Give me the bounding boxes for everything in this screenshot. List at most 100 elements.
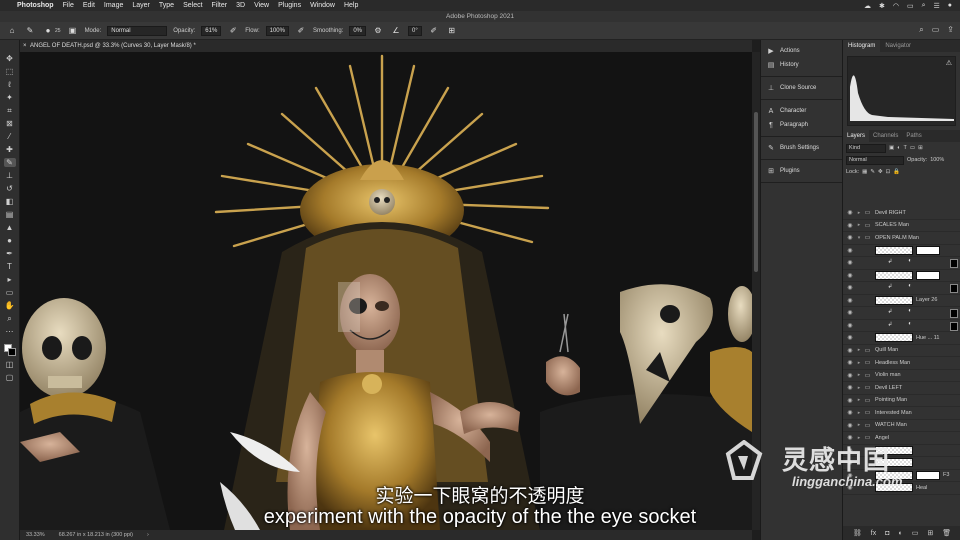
control-center-icon[interactable]: ☰ (933, 2, 939, 10)
layer-opacity-value[interactable]: 100% (930, 157, 944, 163)
layer-row[interactable]: ◉ ▸ ▭ Pointing Man (843, 395, 960, 407)
lasso-tool-icon[interactable]: ℓ (4, 80, 16, 89)
layer-row[interactable]: ◉ ▸ ▭ Headless Man (843, 357, 960, 370)
menu-file[interactable]: File (63, 2, 74, 9)
history-brush-tool-icon[interactable]: ↺ (4, 184, 16, 193)
group-expand-icon[interactable]: ▸ (855, 372, 863, 378)
frame-tool-icon[interactable]: ⊠ (4, 119, 16, 128)
layer-row[interactable]: ◉ ↲ ◐ (843, 282, 960, 295)
group-expand-icon[interactable]: ▸ (855, 422, 863, 428)
color-swatches[interactable] (3, 344, 16, 356)
layer-filter-kind[interactable]: Kind (846, 143, 886, 153)
shape-tool-icon[interactable]: ▭ (4, 288, 16, 297)
add-mask-icon[interactable]: ◘ (885, 530, 889, 537)
visibility-eye-icon[interactable]: ◉ (845, 222, 855, 229)
airbrush-icon[interactable]: ✐ (295, 25, 307, 37)
angle-field[interactable]: 0° (408, 25, 422, 36)
delete-layer-icon[interactable]: 🗑 (942, 529, 951, 537)
layer-mask-thumbnail[interactable] (950, 259, 958, 268)
brush-settings-panel-button[interactable]: ✎ Brush Settings (767, 141, 842, 155)
layer-mask-thumbnail[interactable] (950, 321, 958, 331)
battery-icon[interactable]: ▭ (907, 2, 914, 10)
flow-field[interactable]: 100% (265, 25, 289, 36)
group-expand-icon[interactable]: ▸ (855, 410, 863, 416)
layer-thumbnail[interactable] (875, 270, 913, 280)
warning-icon[interactable]: ⚠ (946, 59, 952, 67)
search-icon[interactable]: ⌕ (922, 2, 926, 10)
symmetry-icon[interactable]: ⊞ (446, 25, 458, 37)
background-color[interactable] (7, 348, 16, 356)
share-icon[interactable]: ⇪ (947, 25, 954, 35)
visibility-eye-icon[interactable]: ◉ (845, 334, 855, 341)
visibility-eye-icon[interactable]: ◉ (845, 209, 855, 216)
visibility-eye-icon[interactable]: ◉ (845, 247, 855, 254)
visibility-eye-icon[interactable]: ◉ (845, 359, 855, 366)
layer-row[interactable]: ◉ ▸ ▭ Interested Man (843, 407, 960, 420)
tab-histogram[interactable]: Histogram (843, 40, 881, 52)
layer-thumbnail[interactable] (875, 245, 913, 255)
home-icon[interactable]: ⌂ (6, 25, 18, 37)
group-expand-icon[interactable]: ▸ (855, 210, 863, 216)
pressure-size-icon[interactable]: ✐ (428, 25, 440, 37)
layer-thumbnail[interactable] (875, 295, 913, 305)
menu-help[interactable]: Help (344, 2, 358, 9)
visibility-eye-icon[interactable]: ◉ (845, 259, 855, 266)
layer-row[interactable]: ◉ ▸ ▭ Violin man (843, 370, 960, 382)
menu-image[interactable]: Image (104, 2, 123, 9)
layer-row[interactable]: ◉ Layer 26 (843, 295, 960, 307)
document-tab[interactable]: × ANGEL OF DEATH.psd @ 33.3% (Curves 30,… (20, 40, 752, 52)
visibility-eye-icon[interactable]: ◉ (845, 384, 855, 391)
move-tool-icon[interactable]: ✥ (4, 54, 16, 63)
group-expand-icon[interactable]: ▸ (855, 347, 863, 353)
paragraph-panel-button[interactable]: ¶ Paragraph (767, 118, 842, 132)
menu-select[interactable]: Select (183, 2, 202, 9)
tab-channels[interactable]: Channels (869, 130, 902, 142)
menu-layer[interactable]: Layer (132, 2, 150, 9)
visibility-eye-icon[interactable]: ◉ (845, 422, 855, 429)
link-layers-icon[interactable]: ⛓ (853, 529, 862, 537)
layer-row[interactable]: ◉ ↲ ◐ (843, 320, 960, 332)
filter-shape-icon[interactable]: ▭ (910, 145, 915, 151)
angle-icon[interactable]: ∠ (390, 25, 402, 37)
layer-row[interactable]: ◉ ↲ ◐ (843, 257, 960, 270)
brush-settings-icon[interactable]: ▣ (67, 25, 79, 37)
menu-app-name[interactable]: Photoshop (17, 2, 54, 9)
layer-row[interactable]: ◉ (843, 270, 960, 282)
filter-smart-icon[interactable]: ⊞ (918, 145, 923, 151)
screen-mode-icon[interactable]: ▢ (4, 373, 16, 382)
layer-mask-thumbnail[interactable] (916, 245, 940, 255)
bluetooth-icon[interactable]: ✱ (879, 2, 885, 10)
menu-filter[interactable]: Filter (212, 2, 228, 9)
tab-navigator[interactable]: Navigator (880, 40, 916, 52)
quick-mask-icon[interactable]: ◫ (4, 360, 16, 369)
search-icon[interactable]: ⌕ (919, 25, 923, 35)
canvas-scrollbar-thumb[interactable] (754, 112, 758, 272)
group-expand-icon[interactable]: ▸ (855, 397, 863, 403)
zoom-tool-icon[interactable]: ⌕ (4, 314, 16, 323)
cloud-icon[interactable]: ☁ (864, 2, 871, 10)
menu-window[interactable]: Window (310, 2, 335, 9)
new-layer-icon[interactable]: ⊞ (927, 529, 933, 537)
character-panel-button[interactable]: A Character (767, 104, 842, 118)
visibility-eye-icon[interactable]: ◉ (845, 272, 855, 279)
opacity-field[interactable]: 61% (201, 25, 222, 36)
visibility-eye-icon[interactable]: ◉ (845, 397, 855, 404)
visibility-eye-icon[interactable]: ◉ (845, 309, 855, 316)
layer-row[interactable]: ◉ Hue ... 11 (843, 332, 960, 345)
wifi-icon[interactable]: ◠ (893, 2, 899, 10)
layer-mask-thumbnail[interactable] (950, 284, 958, 293)
tab-layers[interactable]: Layers (843, 130, 870, 142)
filter-pixel-icon[interactable]: ▣ (889, 145, 894, 151)
visibility-eye-icon[interactable]: ◉ (845, 322, 855, 329)
layer-row[interactable]: ◉ ▸ ▭ Quill Man (843, 345, 960, 357)
blend-mode-select[interactable]: Normal (846, 155, 904, 165)
group-expand-icon[interactable]: ▸ (855, 360, 863, 366)
menu-plugins[interactable]: Plugins (278, 2, 301, 9)
filter-adjust-icon[interactable]: ◐ (897, 145, 900, 151)
lock-paint-icon[interactable]: ✎ (870, 169, 875, 175)
lock-pixels-icon[interactable]: ▦ (862, 169, 867, 175)
document-canvas[interactable] (20, 52, 752, 530)
layer-row[interactable]: ◉ (843, 245, 960, 257)
path-select-tool-icon[interactable]: ▸ (4, 275, 16, 284)
close-tab-icon[interactable]: × (23, 40, 27, 52)
